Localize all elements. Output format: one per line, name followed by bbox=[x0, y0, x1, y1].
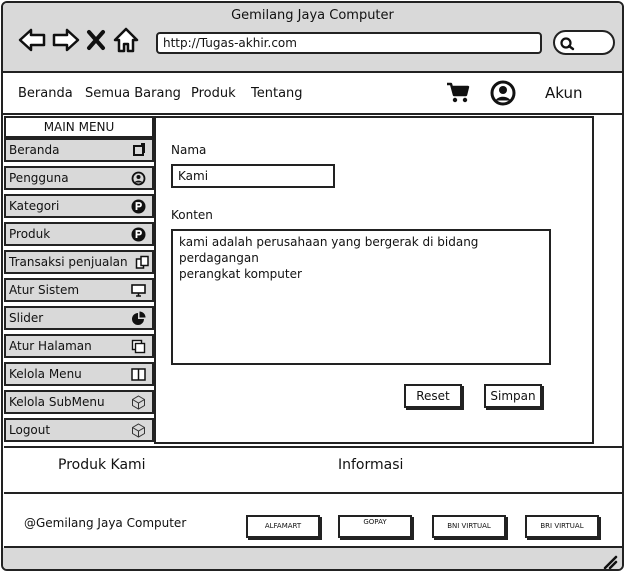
sidebar-item-label: Produk bbox=[9, 227, 51, 241]
sidebar-item-label: Transaksi penjualan bbox=[9, 255, 128, 269]
sidebar: MAIN MENU Beranda Pengguna Kategori Prod… bbox=[4, 116, 154, 444]
forward-arrow-icon[interactable] bbox=[51, 25, 81, 55]
sidebar-item-produk[interactable]: Produk bbox=[4, 222, 154, 246]
square-icon bbox=[132, 143, 146, 163]
nav-link-beranda[interactable]: Beranda bbox=[18, 86, 73, 101]
content-panel: Nama Kami Konten kami adalah perusahaan … bbox=[154, 116, 594, 444]
close-x-icon[interactable] bbox=[85, 25, 107, 55]
cube-icon bbox=[131, 395, 146, 416]
home-icon[interactable] bbox=[111, 25, 141, 55]
sidebar-item-atur-sistem[interactable]: Atur Sistem bbox=[4, 278, 154, 302]
columns-icon bbox=[131, 367, 146, 388]
copyright-text: @Gemilang Jaya Computer bbox=[24, 516, 187, 530]
sidebar-item-label: Atur Sistem bbox=[9, 283, 80, 297]
konten-label: Konten bbox=[171, 208, 213, 222]
footer-info: Produk Kami Informasi bbox=[4, 446, 622, 494]
cube-icon bbox=[131, 423, 146, 444]
sidebar-item-label: Slider bbox=[9, 311, 44, 325]
sidebar-item-slider[interactable]: Slider bbox=[4, 306, 154, 330]
nav-link-produk[interactable]: Produk bbox=[191, 86, 236, 101]
browser-nav bbox=[17, 25, 141, 55]
sidebar-item-transaksi-penjualan[interactable]: Transaksi penjualan bbox=[4, 250, 154, 274]
sidebar-item-label: Logout bbox=[9, 423, 51, 437]
nav-link-semua-barang[interactable]: Semua Barang bbox=[85, 86, 181, 101]
pages-icon bbox=[131, 339, 146, 360]
cart-icon[interactable] bbox=[446, 82, 470, 108]
sidebar-item-label: Kategori bbox=[9, 199, 60, 213]
top-navigation: Beranda Semua Barang Produk Tentang Akun bbox=[3, 73, 622, 115]
sidebar-item-atur-halaman[interactable]: Atur Halaman bbox=[4, 334, 154, 358]
sidebar-header: MAIN MENU bbox=[4, 116, 154, 138]
browser-toolbar: Gemilang Jaya Computer http://Tugas-akhi… bbox=[3, 3, 622, 73]
produk-kami-heading: Produk Kami bbox=[58, 457, 146, 473]
nama-input[interactable]: Kami bbox=[171, 164, 335, 188]
user-avatar-icon[interactable] bbox=[489, 79, 517, 111]
pie-icon bbox=[131, 311, 146, 332]
sidebar-item-label: Kelola Menu bbox=[9, 367, 82, 381]
sidebar-item-pengguna[interactable]: Pengguna bbox=[4, 166, 154, 190]
copy-icon bbox=[135, 255, 150, 276]
sidebar-item-logout[interactable]: Logout bbox=[4, 418, 154, 442]
user-circle-icon bbox=[131, 171, 146, 192]
search-input[interactable] bbox=[553, 30, 615, 55]
status-bar bbox=[3, 548, 622, 569]
p-circle-icon bbox=[131, 227, 146, 248]
sidebar-item-label: Pengguna bbox=[9, 171, 69, 185]
sidebar-item-kategori[interactable]: Kategori bbox=[4, 194, 154, 218]
sidebar-item-label: Beranda bbox=[9, 143, 60, 157]
sidebar-item-label: Atur Halaman bbox=[9, 339, 92, 353]
simpan-button[interactable]: Simpan bbox=[484, 384, 542, 408]
payment-badge-bri-virtual: BRI VIRTUAL bbox=[525, 515, 599, 538]
search-icon bbox=[560, 37, 575, 51]
sidebar-item-label: Kelola SubMenu bbox=[9, 395, 105, 409]
payment-badge-gopay: GOPAY bbox=[338, 515, 412, 538]
resize-grip-icon[interactable] bbox=[602, 554, 618, 569]
address-bar[interactable]: http://Tugas-akhir.com bbox=[156, 32, 542, 54]
payment-badge-alfamart: ALFAMART bbox=[246, 515, 320, 538]
reset-button[interactable]: Reset bbox=[404, 384, 462, 408]
p-circle-icon bbox=[131, 199, 146, 220]
sidebar-item-kelola-submenu[interactable]: Kelola SubMenu bbox=[4, 390, 154, 414]
nama-label: Nama bbox=[171, 143, 207, 157]
footer-payments: @Gemilang Jaya Computer ALFAMART GOPAY B… bbox=[4, 496, 622, 548]
payment-badge-bni-virtual: BNI VIRTUAL bbox=[432, 515, 506, 538]
nav-link-tentang[interactable]: Tentang bbox=[251, 86, 303, 101]
window-title: Gemilang Jaya Computer bbox=[231, 8, 394, 23]
account-link[interactable]: Akun bbox=[545, 84, 583, 102]
sidebar-item-kelola-menu[interactable]: Kelola Menu bbox=[4, 362, 154, 386]
informasi-heading: Informasi bbox=[338, 457, 404, 473]
konten-textarea[interactable]: kami adalah perusahaan yang bergerak di … bbox=[171, 229, 551, 365]
monitor-icon bbox=[131, 283, 146, 304]
sidebar-item-beranda[interactable]: Beranda bbox=[4, 138, 154, 162]
browser-window: Gemilang Jaya Computer http://Tugas-akhi… bbox=[1, 1, 624, 571]
back-arrow-icon[interactable] bbox=[17, 25, 47, 55]
